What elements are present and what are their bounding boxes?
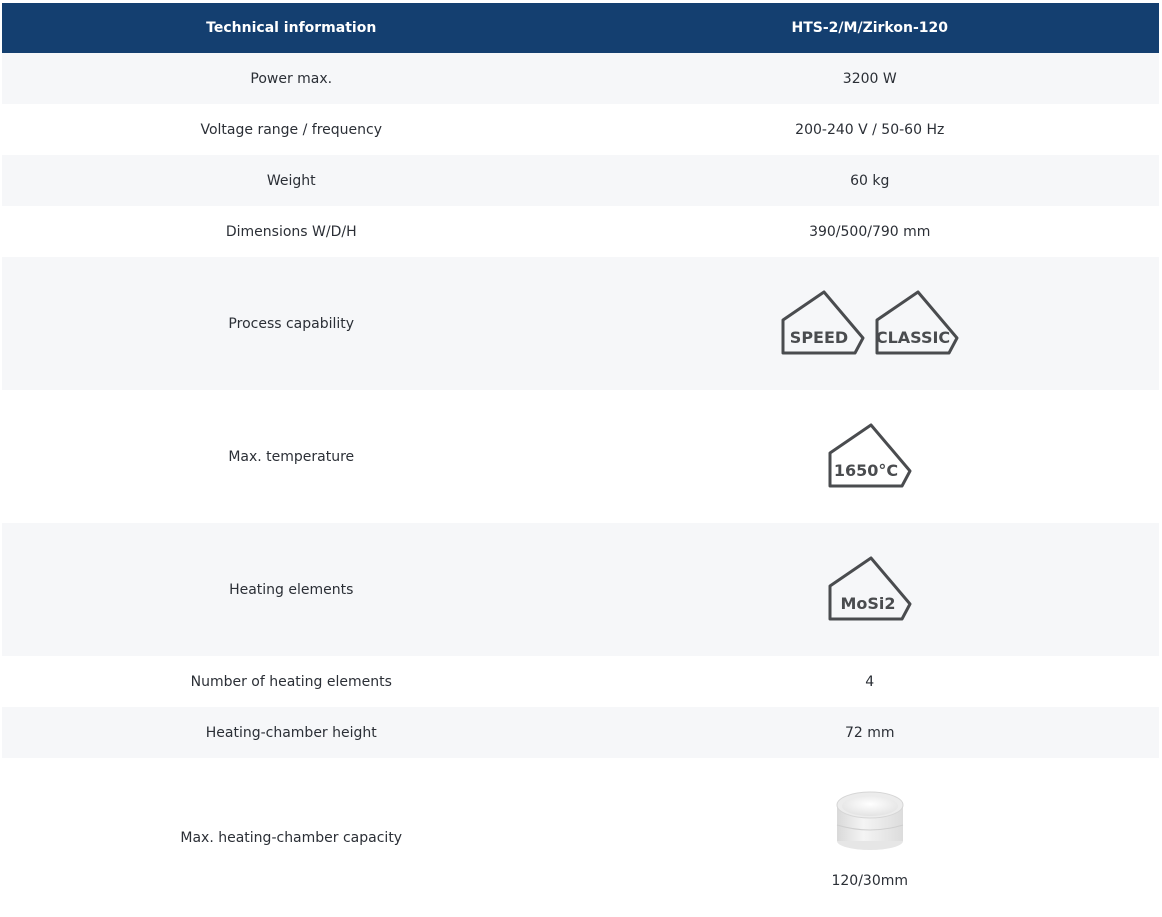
row-value-text: 120/30mm: [831, 872, 909, 889]
table-row: Number of heating elements 4: [2, 656, 1159, 707]
row-value: 120/30mm: [581, 787, 1160, 889]
row-label: Voltage range / frequency: [200, 121, 382, 138]
row-label: Dimensions W/D/H: [225, 223, 357, 240]
row-value: MoSi2: [581, 556, 1160, 624]
row-value: 1650°C: [581, 423, 1160, 491]
row-value: SPEED CLASSIC: [581, 290, 1160, 358]
badge-text: MoSi2: [840, 594, 895, 613]
row-label: Heating elements: [229, 581, 354, 598]
badge-text: 1650°C: [834, 461, 898, 480]
row-value: 60 kg: [850, 172, 890, 189]
row-label: Max. heating-chamber capacity: [180, 829, 403, 846]
header-model: HTS-2/M/Zirkon-120: [791, 20, 948, 36]
row-label: Number of heating elements: [190, 673, 392, 690]
crucible-tray-icon: [836, 791, 904, 850]
house-badge-icon: 1650°C: [828, 423, 912, 487]
table-row: Heating elements MoSi2: [2, 523, 1159, 656]
house-badge-icon: MoSi2: [828, 556, 912, 620]
table-row: Process capability SPEED CLASSIC: [2, 257, 1159, 390]
badge-text: SPEED: [790, 328, 848, 347]
row-label: Weight: [266, 172, 316, 189]
table-row: Max. temperature 1650°C: [2, 390, 1159, 523]
row-value: 200-240 V / 50-60 Hz: [795, 121, 945, 138]
row-label: Heating-chamber height: [205, 724, 377, 741]
row-value: 72 mm: [844, 724, 895, 741]
row-value: 390/500/790 mm: [809, 223, 931, 240]
table-row: Weight 60 kg: [2, 155, 1159, 206]
table-row: Dimensions W/D/H 390/500/790 mm: [2, 206, 1159, 257]
table-header: Technical information HTS-2/M/Zirkon-120: [2, 3, 1159, 53]
technical-info-table: Technical information HTS-2/M/Zirkon-120…: [2, 3, 1159, 917]
house-badge-icon: CLASSIC: [875, 290, 959, 354]
table-row: Voltage range / frequency 200-240 V / 50…: [2, 104, 1159, 155]
table-row: Heating-chamber height 72 mm: [2, 707, 1159, 758]
row-value: 3200 W: [842, 70, 897, 87]
row-value: 4: [865, 673, 875, 690]
row-label: Max. temperature: [228, 448, 355, 465]
header-label: Technical information: [206, 20, 377, 36]
table-row: Power max. 3200 W: [2, 53, 1159, 104]
badge-text: CLASSIC: [876, 328, 950, 347]
row-label: Power max.: [250, 70, 333, 87]
table-row: Max. heating-chamber capacity 120/30mm: [2, 758, 1159, 917]
house-badge-icon: SPEED: [781, 290, 865, 354]
row-label: Process capability: [228, 315, 355, 332]
